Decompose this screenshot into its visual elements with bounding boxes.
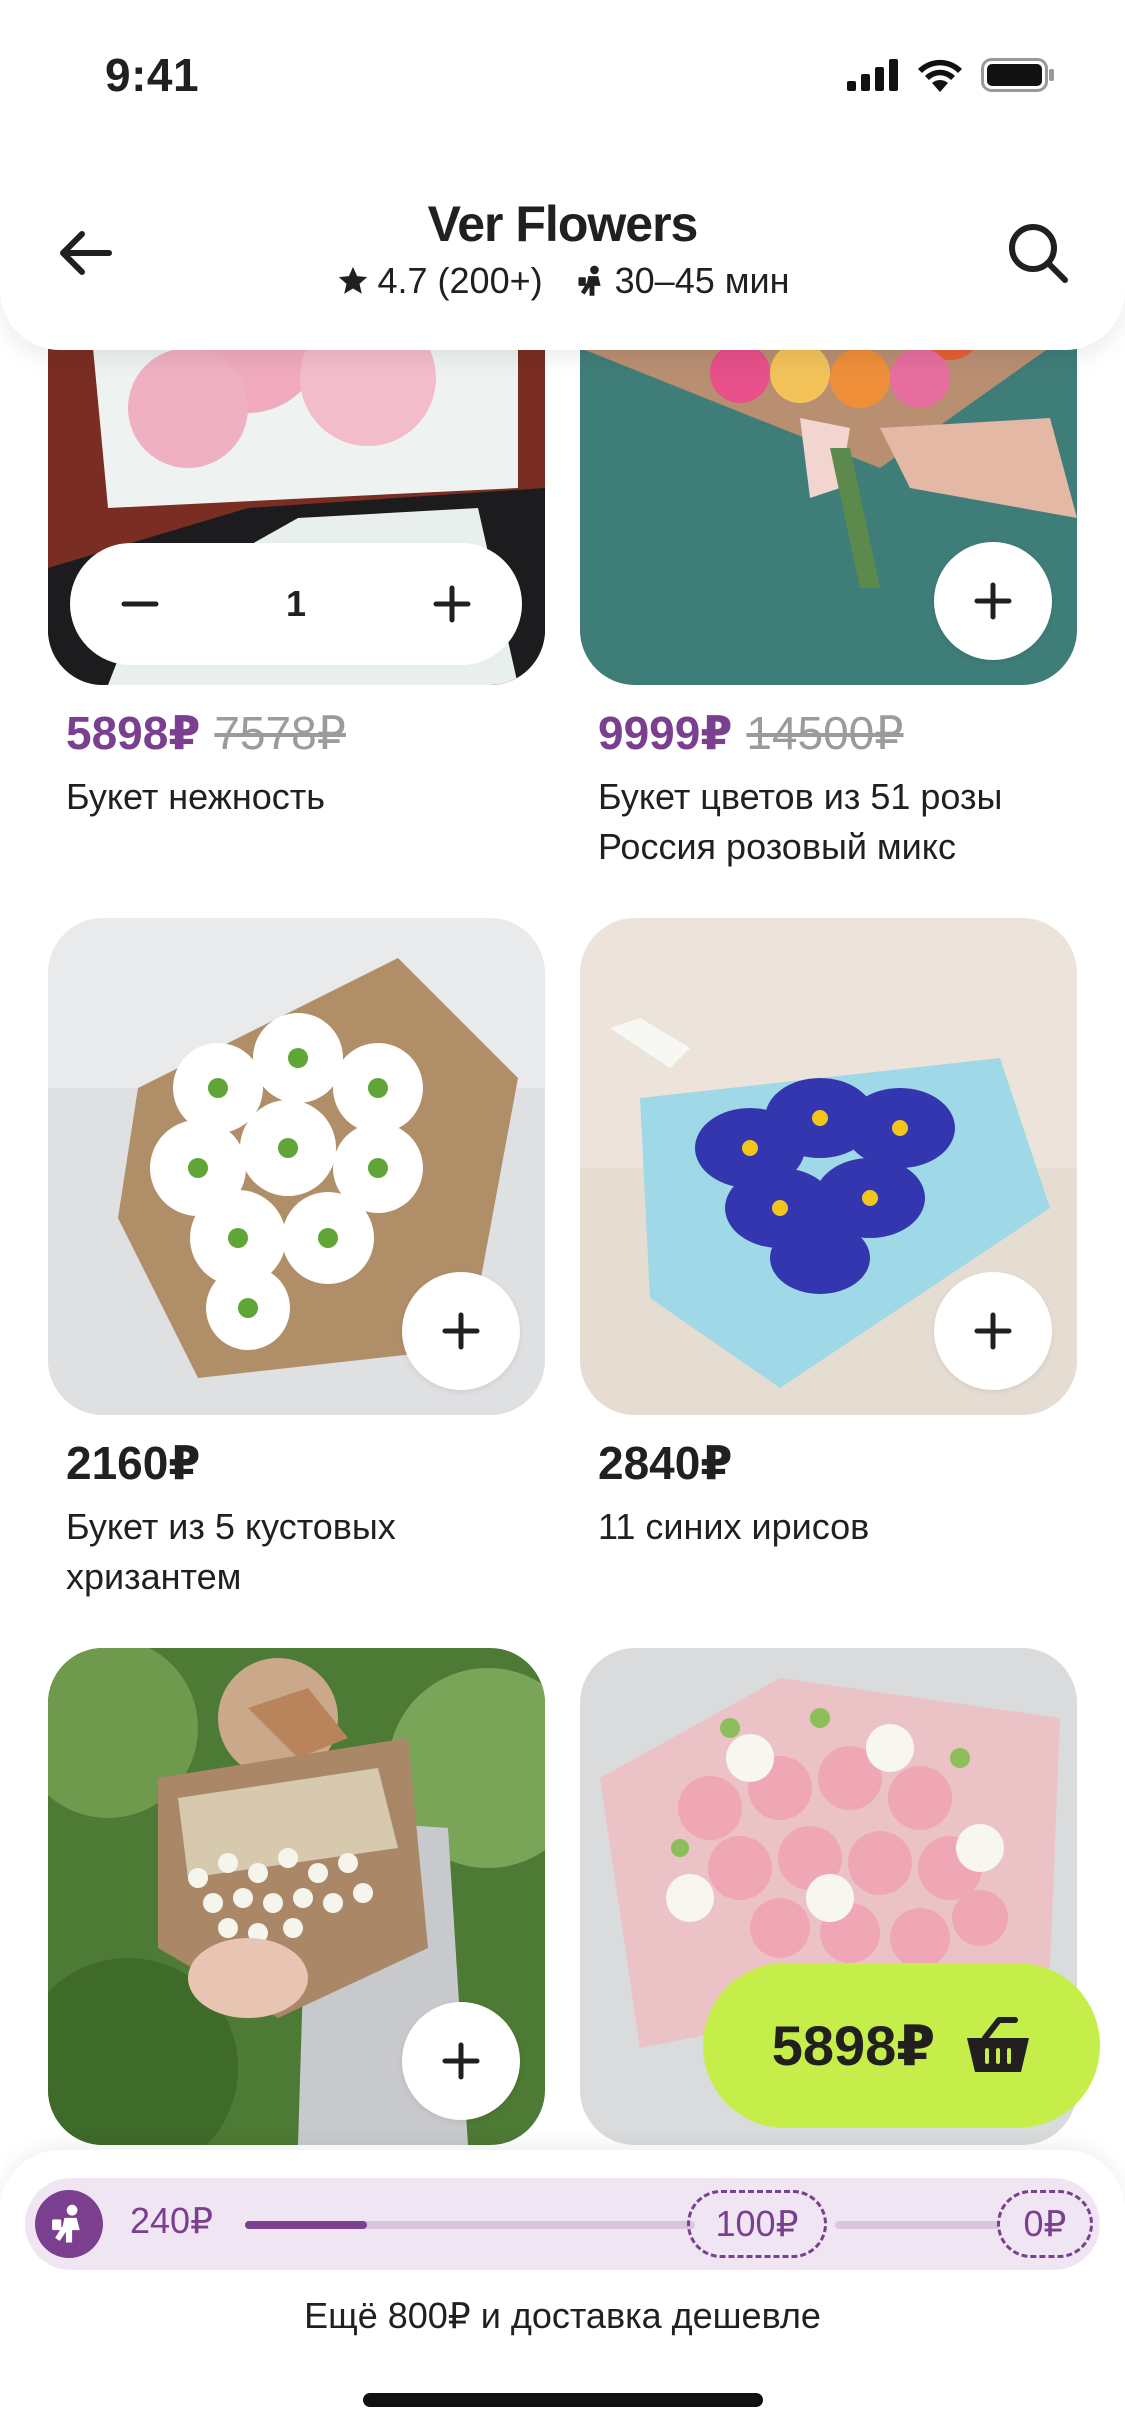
store-meta: 4.7 (200+) 30–45 мин [0, 260, 1125, 302]
product-price: 2840₽ [598, 1437, 733, 1489]
status-bar: 9:41 [0, 0, 1125, 150]
basket-icon [967, 2016, 1030, 2072]
cart-button[interactable]: 5898₽ [703, 1963, 1100, 2128]
courier-icon [578, 265, 601, 296]
quantity-stepper[interactable]: 1 [70, 543, 522, 665]
product-name: Букет из 5 кустовых хризантем [66, 1506, 396, 1597]
product-price: 5898₽ [66, 707, 201, 759]
price-row: 5898₽ 7578₽ [66, 706, 346, 760]
home-indicator [363, 2393, 763, 2407]
courier-icon [52, 2204, 80, 2243]
delivery-time: 30–45 мин [614, 260, 790, 301]
progress-track [245, 2221, 695, 2229]
progress-fill [245, 2221, 367, 2229]
delivery-tier-chip: 100₽ [687, 2190, 827, 2258]
price-row: 9999₽ 14500₽ [598, 706, 904, 760]
product-name: Букет цветов из 51 розы Россия розовый м… [598, 776, 1003, 867]
product-card[interactable]: 2840₽ 11 синих ирисов [580, 918, 1077, 1618]
add-to-cart-button[interactable] [402, 2002, 520, 2120]
minus-icon[interactable] [120, 584, 160, 624]
product-image-chrysanthemums[interactable] [48, 918, 545, 1415]
product-name: 11 синих ирисов [598, 1506, 870, 1547]
cart-total: 5898₽ [771, 2013, 936, 2077]
product-name: Букет нежность [66, 776, 326, 817]
product-card[interactable] [48, 1648, 545, 2145]
add-to-cart-button[interactable] [402, 1272, 520, 1390]
courier-badge [35, 2190, 103, 2258]
store-header: Ver Flowers 4.7 (200+) 30–45 мин [0, 150, 1125, 350]
add-to-cart-button[interactable] [934, 542, 1052, 660]
delivery-note: Ещё 800₽ и доставка дешевле [304, 2295, 821, 2336]
product-price: 9999₽ [598, 707, 733, 759]
search-button[interactable] [1000, 215, 1075, 290]
product-old-price: 7578₽ [214, 707, 346, 759]
price-row: 2840₽ [598, 1436, 732, 1490]
product-price: 2160₽ [66, 1437, 201, 1489]
add-to-cart-button[interactable] [934, 1272, 1052, 1390]
product-old-price: 14500₽ [746, 707, 904, 759]
delivery-progress[interactable]: 240₽ 100₽ 0₽ [25, 2178, 1100, 2270]
product-image-chamomile[interactable] [48, 1648, 545, 2145]
store-title: Ver Flowers [427, 196, 699, 252]
signal-icon [847, 59, 898, 91]
plus-icon [974, 582, 1012, 620]
quantity-value: 1 [285, 583, 307, 624]
product-card[interactable]: 2160₽ Букет из 5 кустовых хризантем [48, 918, 545, 1618]
price-row: 2160₽ [66, 1436, 200, 1490]
wifi-icon [918, 59, 962, 92]
delivery-tier-chip: 0₽ [997, 2190, 1093, 2258]
plus-icon[interactable] [432, 584, 472, 624]
status-icons [847, 58, 1055, 92]
progress-track [835, 2221, 1000, 2229]
plus-icon [442, 2042, 480, 2080]
status-time: 9:41 [105, 49, 200, 101]
star-icon [338, 266, 367, 294]
search-icon [1008, 223, 1068, 283]
plus-icon [974, 1312, 1012, 1350]
product-image-irises[interactable] [580, 918, 1077, 1415]
store-rating: 4.7 (200+) [377, 260, 543, 301]
plus-icon [442, 1312, 480, 1350]
battery-icon [981, 58, 1054, 92]
current-delivery-cost: 240₽ [130, 2200, 213, 2241]
